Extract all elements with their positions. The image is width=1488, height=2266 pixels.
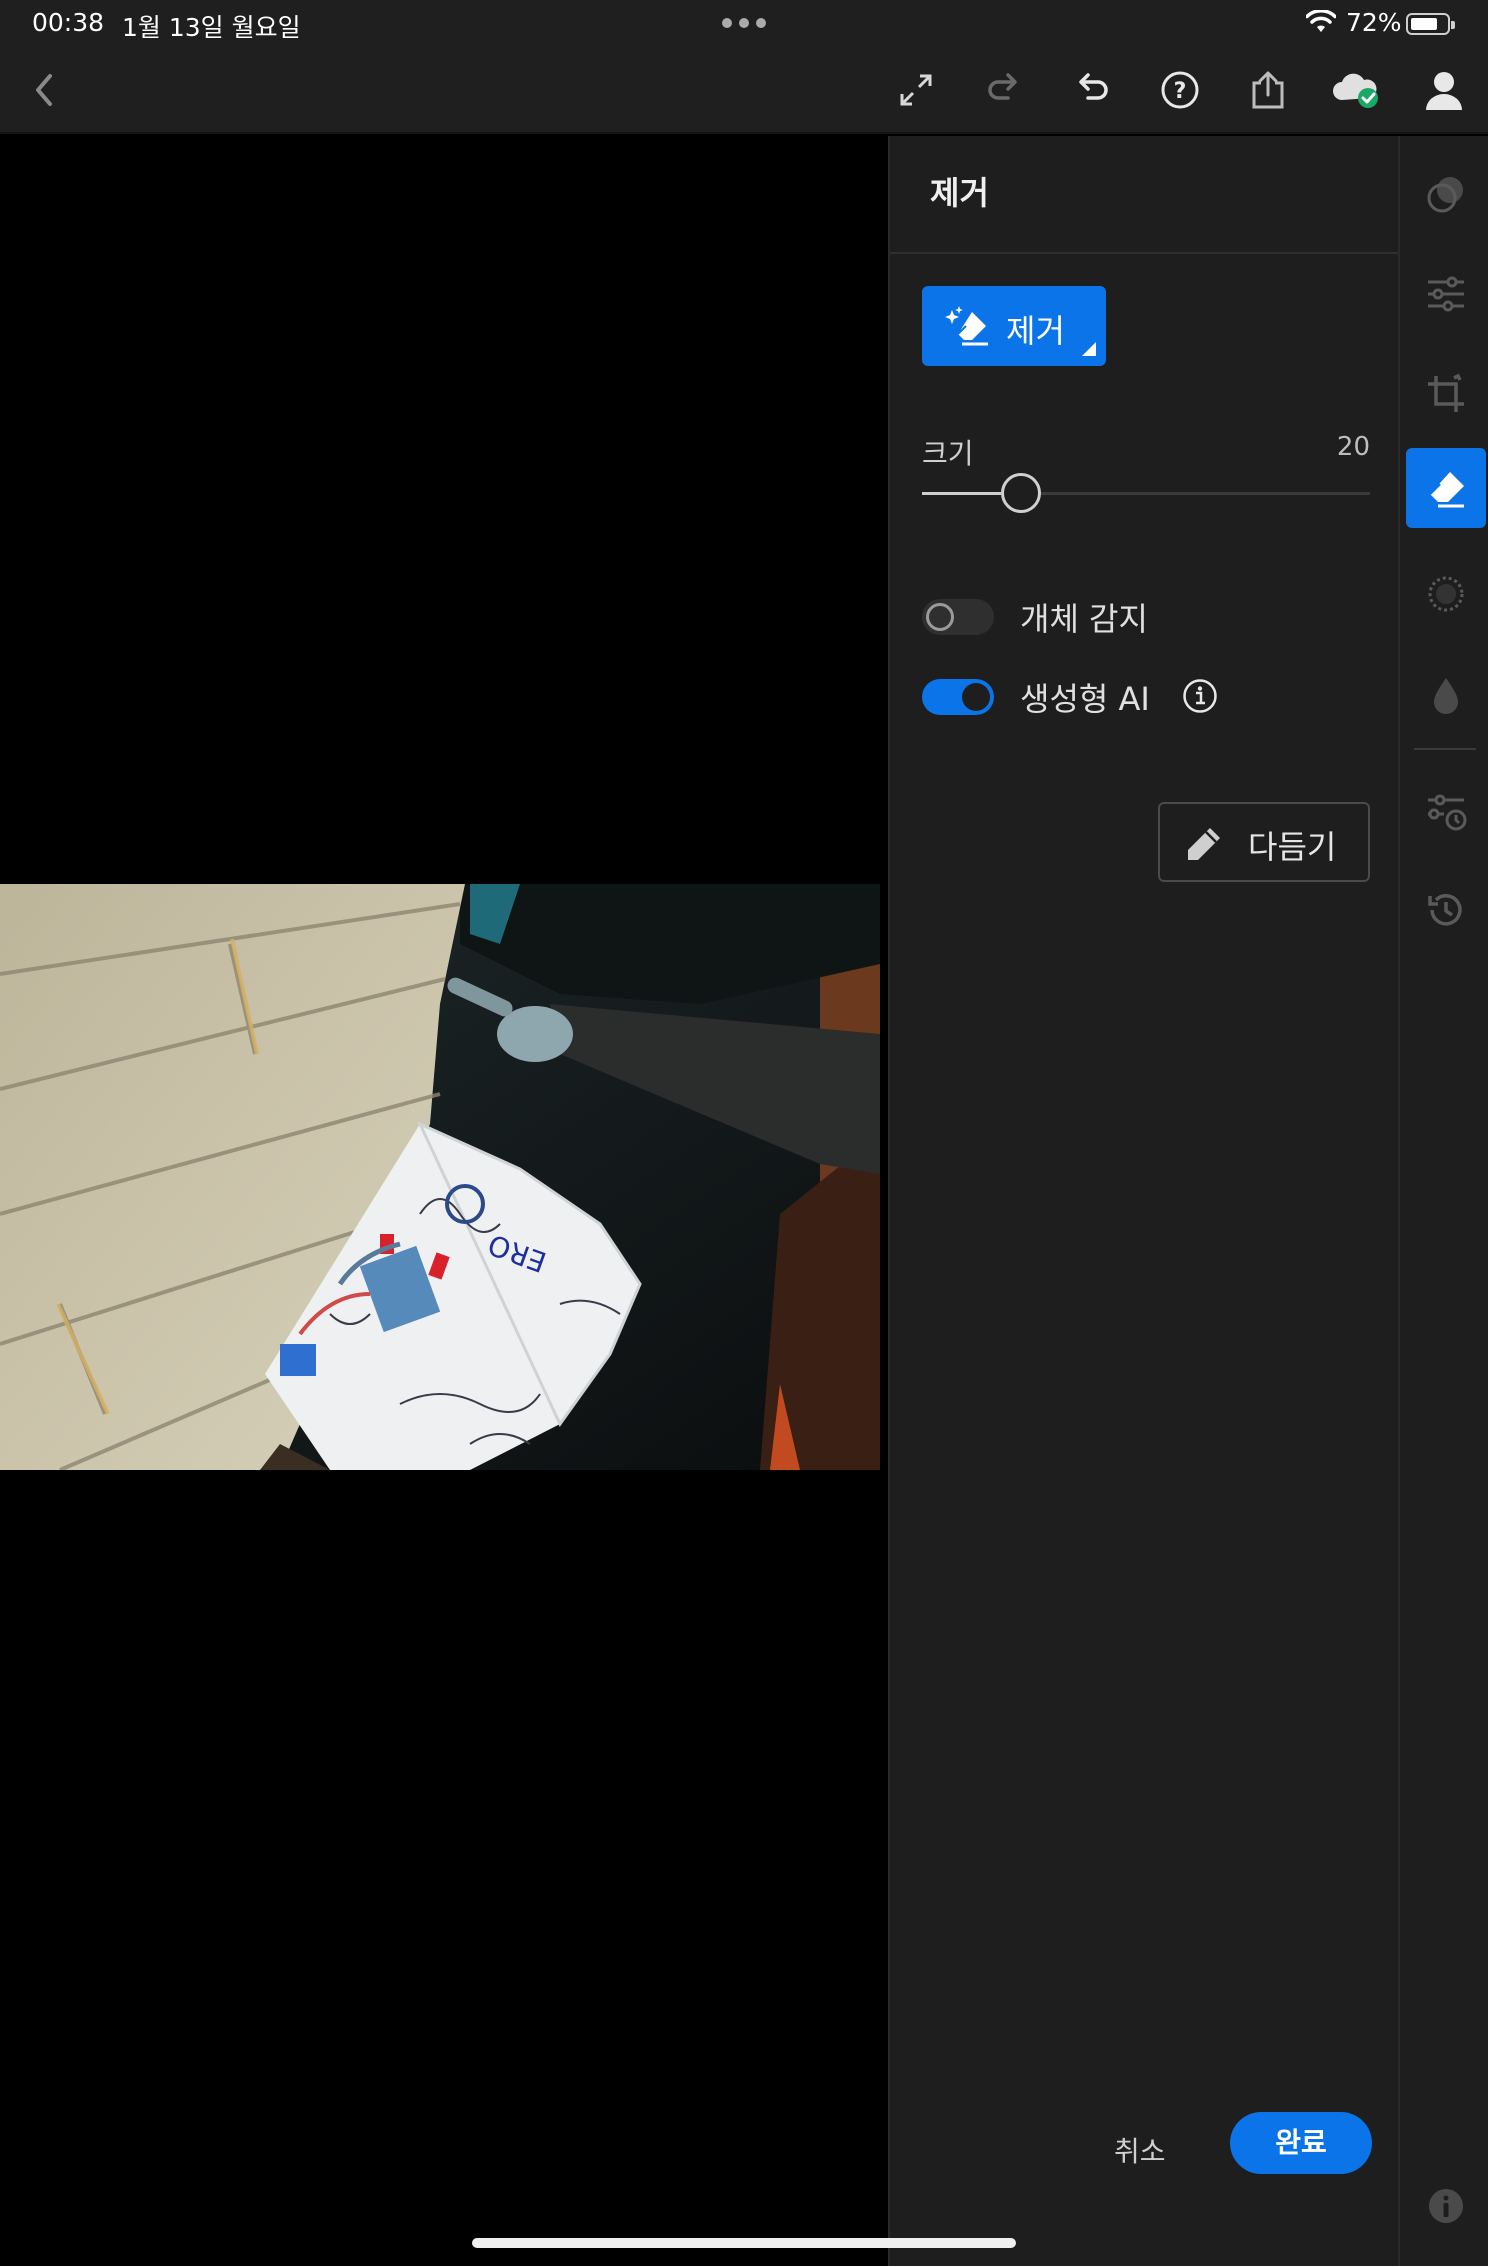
battery-percent: 72% (1346, 8, 1402, 37)
versions-icon[interactable] (1406, 770, 1486, 850)
crop-icon[interactable] (1406, 354, 1486, 434)
profile-icon[interactable] (1418, 64, 1470, 116)
blur-icon[interactable] (1406, 654, 1486, 734)
rail-separator (1414, 748, 1476, 750)
share-icon[interactable] (1242, 64, 1294, 116)
expand-icon[interactable] (890, 64, 942, 116)
remove-tool-label: 제거 (1006, 312, 1065, 350)
object-detect-toggle[interactable] (922, 599, 994, 635)
svg-text:?: ? (1174, 79, 1187, 104)
generative-ai-label: 생성형 AI (1020, 680, 1150, 718)
pencil-icon (1188, 828, 1220, 860)
magic-eraser-icon (945, 306, 988, 346)
photo-canvas[interactable]: ERO (0, 136, 888, 2266)
presets-icon[interactable] (1406, 154, 1486, 234)
home-indicator[interactable] (472, 2238, 1016, 2248)
remove-tool-button[interactable]: 제거 (922, 286, 1106, 366)
help-icon[interactable]: ? (1154, 64, 1206, 116)
status-time: 00:38 (32, 8, 105, 37)
status-bar: 00:38 1월 13일 월요일 72% (0, 0, 1488, 46)
cancel-button[interactable]: 취소 (1114, 2130, 1166, 2170)
status-date: 1월 13일 월요일 (122, 13, 301, 42)
edited-photo[interactable]: ERO (0, 884, 880, 1470)
size-slider-thumb[interactable] (1000, 473, 1041, 513)
redo-icon[interactable] (978, 64, 1030, 116)
size-value: 20 (1336, 432, 1370, 462)
generative-ai-toggle[interactable] (922, 679, 994, 715)
undo-icon[interactable] (1066, 64, 1118, 116)
size-label: 크기 (922, 437, 974, 470)
panel-divider (890, 252, 1400, 254)
masking-icon[interactable] (1406, 554, 1486, 634)
panel-title: 제거 (930, 174, 989, 212)
history-icon[interactable] (1406, 870, 1486, 950)
tool-rail (1398, 136, 1488, 2266)
photo-info-icon[interactable] (1406, 2166, 1486, 2246)
eraser-icon[interactable] (1406, 448, 1486, 528)
info-icon[interactable] (1182, 678, 1218, 714)
top-toolbar: ? (0, 46, 1488, 134)
size-slider-fill (922, 492, 1001, 495)
object-detect-label: 개체 감지 (1020, 600, 1148, 638)
cloud-synced-icon[interactable] (1330, 64, 1382, 116)
refine-label: 다듬기 (1248, 828, 1337, 866)
back-icon[interactable] (18, 64, 70, 116)
remove-panel: 제거 제거 크기 20 개체 감지 생성형 AI 다듬기 취소 완료 (888, 136, 1400, 2266)
multitasking-dots-icon[interactable] (722, 18, 766, 28)
adjust-sliders-icon[interactable] (1406, 254, 1486, 334)
tool-options-corner-icon (1082, 342, 1096, 356)
battery-icon (1406, 13, 1455, 35)
refine-button[interactable]: 다듬기 (1158, 802, 1370, 882)
wifi-icon (1306, 10, 1336, 32)
done-button[interactable]: 완료 (1230, 2112, 1372, 2174)
